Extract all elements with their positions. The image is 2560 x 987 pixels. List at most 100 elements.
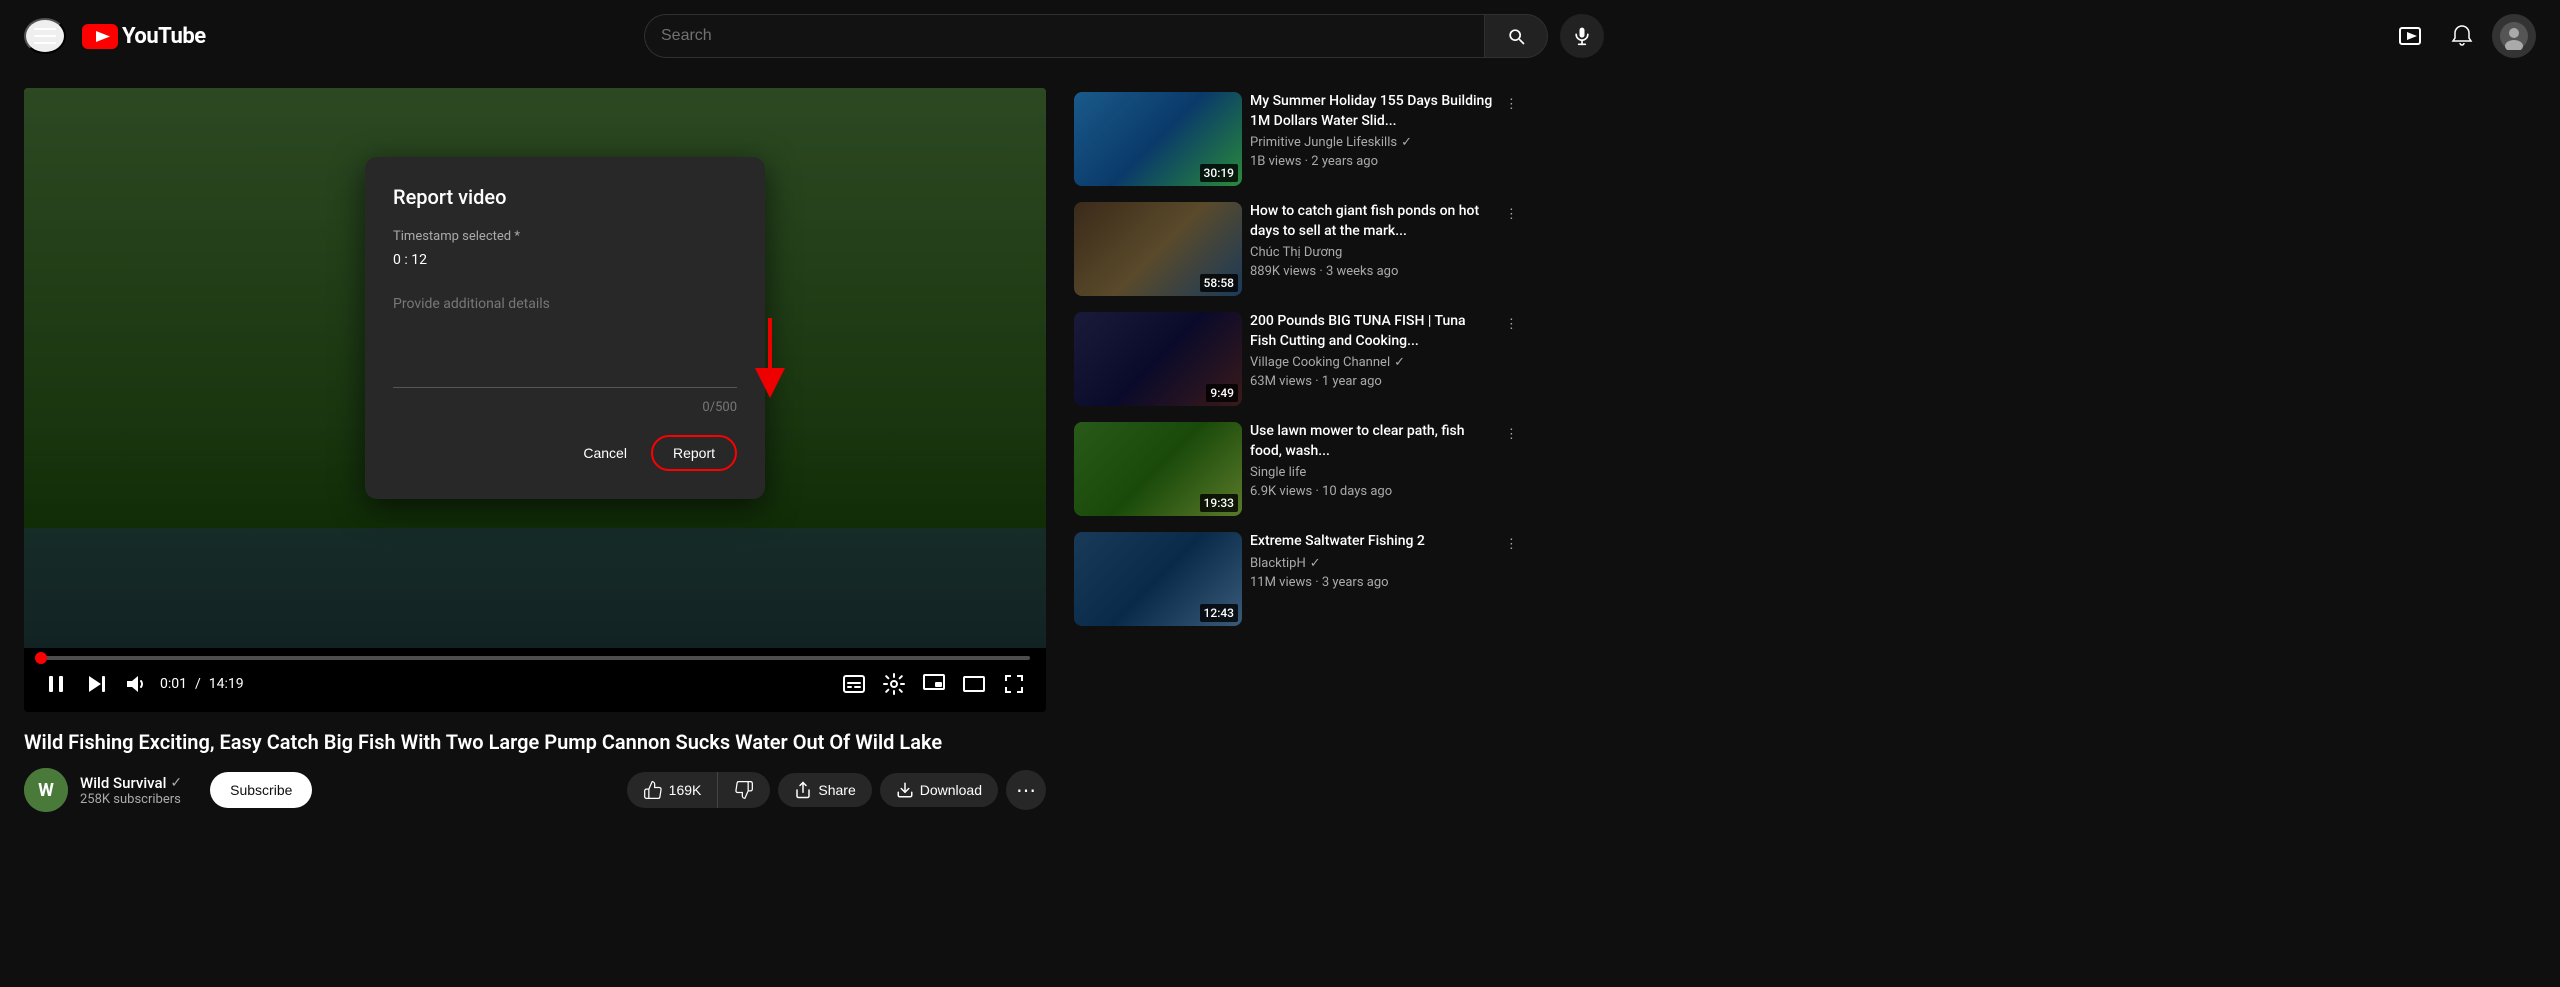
thumbnail-container: 12:43 — [1074, 532, 1242, 626]
report-timestamp-value: 0 : 12 — [393, 252, 737, 268]
notifications-button[interactable] — [2440, 14, 2484, 58]
more-options-button[interactable]: ⋯ — [1006, 770, 1046, 810]
sidebar-video-stats: 11M views · 3 years ago — [1250, 575, 1493, 590]
report-dialog-overlay: Report video Timestamp selected * 0 : 12… — [24, 88, 1046, 648]
sidebar-more-button[interactable]: ⋮ — [1501, 202, 1522, 226]
thumbnail-container: 9:49 — [1074, 312, 1242, 406]
header-left: YouTube — [24, 18, 244, 54]
sidebar-video-stats: 63M views · 1 year ago — [1250, 374, 1493, 389]
sidebar-video-title: 200 Pounds BIG TUNA FISH | Tuna Fish Cut… — [1250, 312, 1493, 351]
progress-bar[interactable] — [40, 656, 1030, 660]
channel-avatar[interactable]: W — [24, 768, 68, 812]
report-details-textarea[interactable] — [393, 288, 737, 388]
theater-mode-button[interactable] — [958, 668, 990, 700]
cancel-button[interactable]: Cancel — [567, 435, 643, 471]
sidebar-video-item[interactable]: 58:58 How to catch giant fish ponds on h… — [1070, 198, 1526, 300]
report-dialog-buttons: Cancel Report — [393, 435, 737, 471]
video-section: Report video Timestamp selected * 0 : 12… — [0, 72, 1070, 987]
hamburger-menu-button[interactable] — [24, 18, 66, 54]
red-arrow — [745, 318, 795, 398]
duration-badge: 30:19 — [1200, 164, 1238, 182]
next-button[interactable] — [80, 668, 112, 700]
search-form — [644, 14, 1548, 58]
sidebar-more-button[interactable]: ⋮ — [1501, 422, 1522, 446]
sidebar-video-stats: 1B views · 2 years ago — [1250, 154, 1493, 169]
voice-search-button[interactable] — [1560, 14, 1604, 58]
fullscreen-button[interactable] — [998, 668, 1030, 700]
sidebar-channel-name: Village Cooking Channel ✓ — [1250, 355, 1493, 370]
subscribe-button[interactable]: Subscribe — [210, 772, 312, 808]
sidebar-more-button[interactable]: ⋮ — [1501, 312, 1522, 336]
youtube-logo[interactable]: YouTube — [82, 24, 206, 49]
dislike-button[interactable] — [717, 772, 770, 808]
sidebar-video-info: Extreme Saltwater Fishing 2 BlacktipH ✓ … — [1250, 532, 1493, 626]
video-info: Wild Fishing Exciting, Easy Catch Big Fi… — [24, 712, 1046, 824]
more-dots: ⋯ — [1016, 778, 1036, 803]
sidebar-video-stats: 889K views · 3 weeks ago — [1250, 264, 1493, 279]
like-button[interactable]: 169K — [627, 772, 718, 808]
video-player-container: Report video Timestamp selected * 0 : 12… — [24, 88, 1046, 712]
sidebar-video-item[interactable]: 12:43 Extreme Saltwater Fishing 2 Blackt… — [1070, 528, 1526, 630]
search-button[interactable] — [1484, 14, 1548, 58]
duration-badge: 12:43 — [1200, 604, 1238, 622]
logo-text: YouTube — [122, 24, 206, 49]
report-timestamp-label: Timestamp selected * — [393, 229, 737, 244]
time-separator: / — [195, 676, 201, 692]
create-button[interactable] — [2388, 14, 2432, 58]
search-input[interactable] — [644, 14, 1484, 58]
like-count: 169K — [669, 782, 702, 798]
subscriber-count: 258K subscribers — [80, 792, 182, 807]
subtitles-button[interactable] — [838, 668, 870, 700]
video-player[interactable]: Report video Timestamp selected * 0 : 12… — [24, 88, 1046, 648]
sidebar-video-info: 200 Pounds BIG TUNA FISH | Tuna Fish Cut… — [1250, 312, 1493, 406]
channel-details: Wild Survival ✓ 258K subscribers — [80, 774, 182, 807]
settings-button[interactable] — [878, 668, 910, 700]
miniplayer-button[interactable] — [918, 668, 950, 700]
duration-badge: 9:49 — [1206, 384, 1238, 402]
sidebar-video-stats: 6.9K views · 10 days ago — [1250, 484, 1493, 499]
thumbnail-container: 58:58 — [1074, 202, 1242, 296]
search-container — [644, 14, 1604, 58]
sidebar-video-info: My Summer Holiday 155 Days Building 1M D… — [1250, 92, 1493, 186]
time-total: 14:19 — [209, 676, 244, 692]
progress-dot — [35, 652, 47, 664]
sidebar-video-item[interactable]: 19:33 Use lawn mower to clear path, fish… — [1070, 418, 1526, 520]
sidebar-channel-name: BlacktipH ✓ — [1250, 556, 1493, 571]
report-dialog-title: Report video — [393, 185, 737, 209]
video-title: Wild Fishing Exciting, Easy Catch Big Fi… — [24, 728, 1046, 756]
main-content: Report video Timestamp selected * 0 : 12… — [0, 0, 2560, 987]
report-dialog: Report video Timestamp selected * 0 : 12… — [365, 157, 765, 499]
duration-badge: 58:58 — [1200, 274, 1238, 292]
sidebar-video-item[interactable]: 30:19 My Summer Holiday 155 Days Buildin… — [1070, 88, 1526, 190]
channel-name[interactable]: Wild Survival ✓ — [80, 774, 182, 792]
header: YouTube — [0, 0, 2560, 72]
sidebar-more-button[interactable]: ⋮ — [1501, 532, 1522, 556]
action-buttons: 169K — [627, 770, 1046, 810]
sidebar-channel-name: Single life — [1250, 465, 1493, 480]
sidebar-video-item[interactable]: 9:49 200 Pounds BIG TUNA FISH | Tuna Fis… — [1070, 308, 1526, 410]
verified-badge: ✓ — [170, 775, 182, 791]
account-button[interactable] — [2492, 14, 2536, 58]
sidebar-video-title: Use lawn mower to clear path, fish food,… — [1250, 422, 1493, 461]
controls-row: 0:01 / 14:19 — [40, 668, 1030, 700]
thumbnail-container: 30:19 — [1074, 92, 1242, 186]
download-button[interactable]: Download — [880, 773, 998, 807]
channel-info: W Wild Survival ✓ 258K subscribers Subsc… — [24, 768, 611, 812]
thumbnail-container: 19:33 — [1074, 422, 1242, 516]
volume-button[interactable] — [120, 668, 152, 700]
svg-text:W: W — [38, 780, 54, 801]
sidebar-video-title: My Summer Holiday 155 Days Building 1M D… — [1250, 92, 1493, 131]
share-label: Share — [818, 782, 855, 798]
sidebar-video-info: How to catch giant fish ponds on hot day… — [1250, 202, 1493, 296]
video-meta-row: W Wild Survival ✓ 258K subscribers Subsc… — [24, 768, 1046, 812]
play-pause-button[interactable] — [40, 668, 72, 700]
time-display: 0:01 — [160, 676, 187, 692]
report-submit-button[interactable]: Report — [651, 435, 737, 471]
sidebar-more-button[interactable]: ⋮ — [1501, 92, 1522, 116]
video-controls: 0:01 / 14:19 — [24, 648, 1046, 712]
sidebar-video-title: Extreme Saltwater Fishing 2 — [1250, 532, 1493, 552]
duration-badge: 19:33 — [1200, 494, 1238, 512]
sidebar-video-info: Use lawn mower to clear path, fish food,… — [1250, 422, 1493, 516]
share-button[interactable]: Share — [778, 773, 871, 807]
like-dislike-group: 169K — [627, 772, 771, 808]
